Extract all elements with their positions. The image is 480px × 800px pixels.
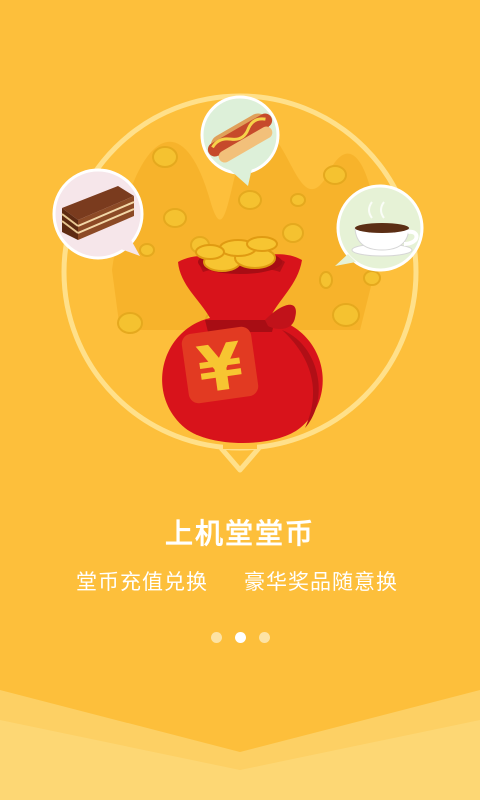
onboarding-subtitle-right: 豪华奖品随意换 (244, 570, 398, 594)
page-dot-2[interactable] (234, 632, 246, 643)
onboarding-title: 上机堂堂币 (164, 517, 315, 550)
money-bag-illustration: ¥ (52, 92, 424, 473)
page-dot-3[interactable] (258, 632, 270, 643)
onboarding-screen: ¥ 上机堂堂币 堂币充值兑换 豪华奖品随意换 (0, 0, 480, 800)
cake-bubble (52, 168, 144, 260)
money-bag: ¥ (162, 236, 323, 443)
page-indicator (0, 632, 480, 643)
page-dot-1[interactable] (210, 632, 222, 643)
onboarding-subtitle-left: 堂币充值兑换 (76, 570, 208, 594)
coffee-bubble (335, 184, 424, 272)
